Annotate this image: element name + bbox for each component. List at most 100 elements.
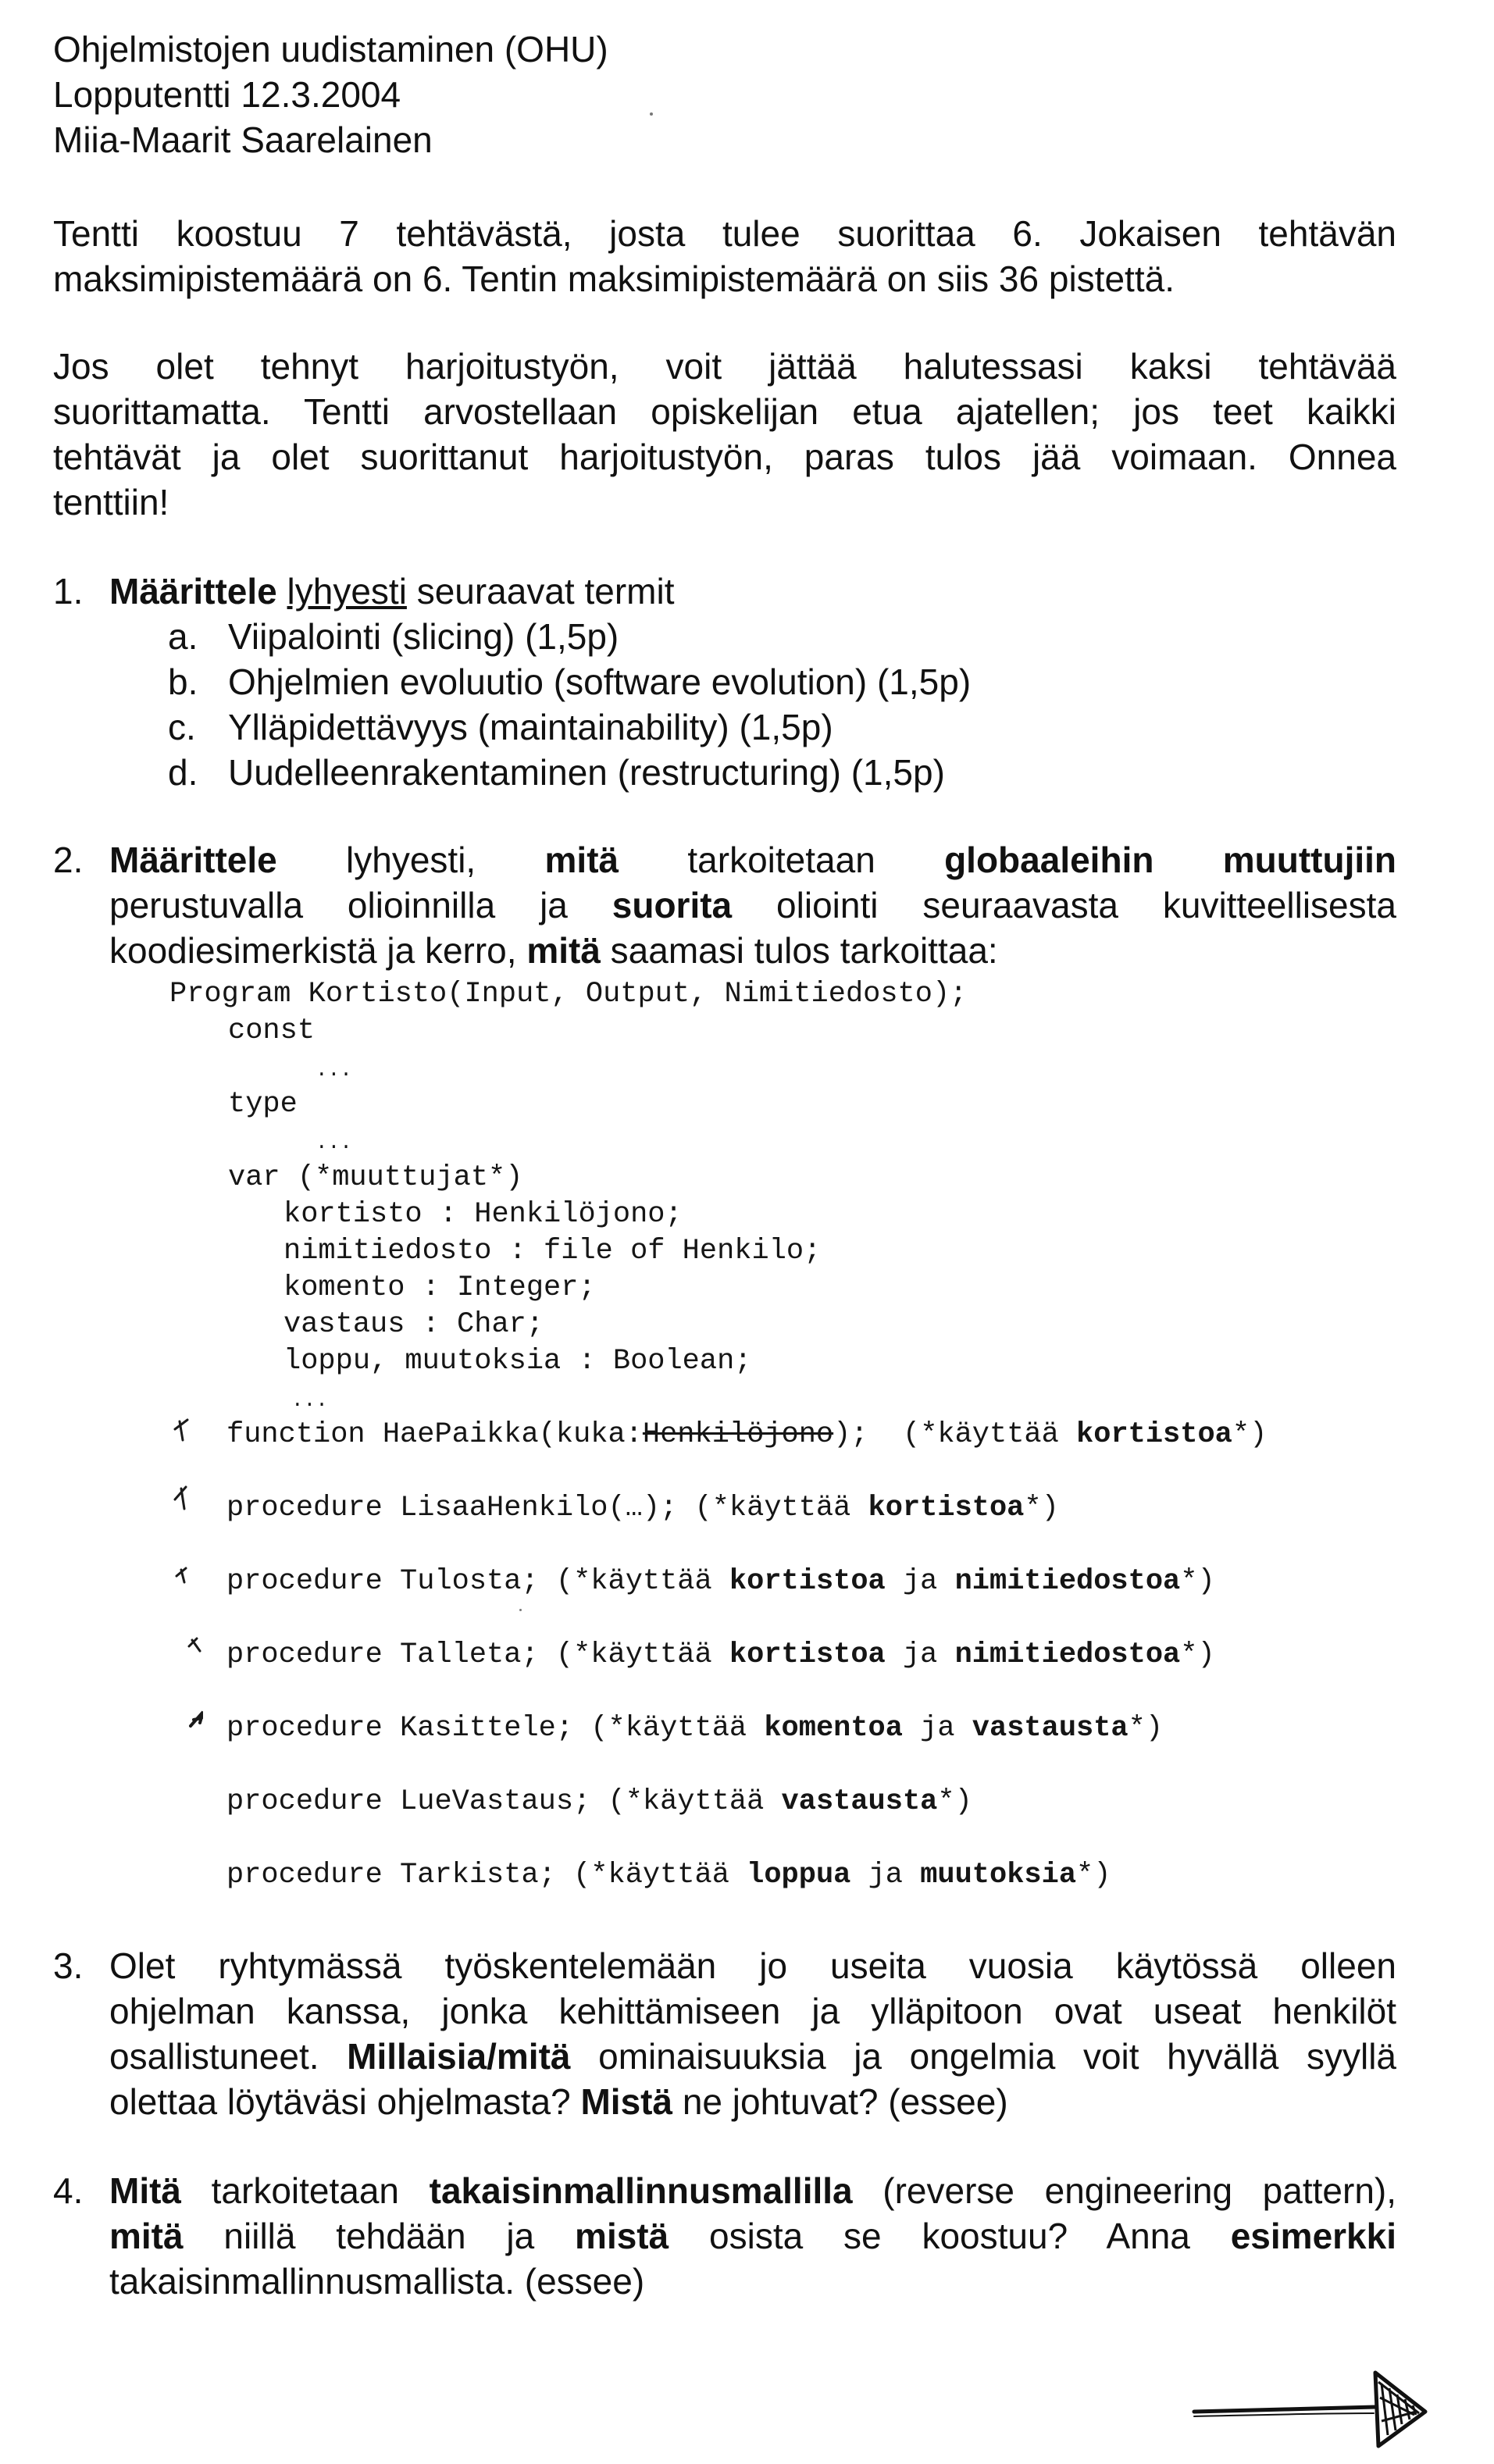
- routine-bold: vastausta: [972, 1712, 1129, 1745]
- routine-comment: (*käyttää: [555, 1639, 729, 1671]
- handwritten-tick-marks: [173, 1418, 203, 1728]
- scan-speck: [650, 112, 653, 116]
- scan-speck: [519, 1609, 522, 1611]
- question-number: 2.: [53, 840, 84, 880]
- q4-bold: mitä: [109, 2216, 184, 2256]
- question-4-line: mitä niillä tehdään ja mistä osista se k…: [109, 2213, 1396, 2259]
- intro-line: Tentti koostuu 7 tehtävästä, josta tulee…: [53, 213, 1396, 254]
- routine-comment: *): [1128, 1712, 1164, 1745]
- q2-bold: suorita: [612, 885, 733, 925]
- q4-bold: esimerkki: [1230, 2216, 1396, 2256]
- routine-bold: kortistoa: [729, 1565, 886, 1598]
- q1-underlined: lyhyesti: [287, 571, 407, 612]
- code-ellipsis: ...: [316, 1131, 352, 1154]
- q2-text: koodiesimerkistä ja kerro,: [109, 930, 527, 971]
- q1-bold: Määrittele: [109, 571, 277, 612]
- code-ellipsis: ...: [291, 1389, 328, 1412]
- question-3-line: ohjelman kanssa, jonka kehittämiseen ja …: [109, 1991, 1396, 2031]
- routine-comment: ja: [885, 1565, 955, 1598]
- code-var-decl: nimitiedosto : file of Henkilo;: [283, 1235, 822, 1268]
- code-var-decl: kortisto : Henkilöjono;: [283, 1198, 683, 1231]
- routine-comment: (*käyttää: [573, 1859, 747, 1892]
- q2-text: lyhyesti,: [276, 840, 545, 880]
- routine-comment: ja: [902, 1712, 972, 1745]
- question-3-line: Olet ryhtymässä työskentelemään jo useit…: [109, 1945, 1396, 1986]
- routine-comment: (*käyttää: [555, 1565, 729, 1598]
- code-var: var (*muuttujat*): [228, 1161, 523, 1194]
- exam-date: Lopputentti 12.3.2004: [53, 74, 401, 115]
- routine-bold: kortistoa: [729, 1639, 886, 1671]
- question-2-line: Määrittele lyhyesti, mitä tarkoitetaan g…: [109, 837, 1396, 883]
- routine-bold: muutoksia: [920, 1859, 1077, 1892]
- q3-text: olettaa löytäväsi ohjelmasta?: [109, 2081, 581, 2122]
- q2-bold: globaaleihin muuttujiin: [944, 840, 1397, 880]
- code-var-decl: vastaus : Char;: [283, 1308, 544, 1341]
- q4-text: (reverse engineering pattern),: [852, 2170, 1396, 2211]
- item-text: Ylläpidettävyys (maintainability) (1,5p): [228, 707, 833, 747]
- intro-line: tenttiin!: [53, 482, 169, 522]
- tick-mark-icon: [173, 1418, 189, 1442]
- tick-mark-icon: [173, 1485, 187, 1510]
- question-4-line: Mitä tarkoitetaan takaisinmallinnusmalli…: [109, 2168, 1396, 2213]
- code-routine: function HaePaikka(kuka:Henkilöjono); (*…: [226, 1417, 1267, 1453]
- question-1-heading: Määrittele lyhyesti seuraavat termit: [109, 569, 675, 614]
- code-var-decl: loppu, muutoksia : Boolean;: [283, 1345, 752, 1378]
- routine-comment: (*käyttää: [694, 1492, 868, 1524]
- routine-bold: kortistoa: [868, 1492, 1025, 1524]
- routine-bold: vastausta: [781, 1785, 938, 1818]
- routine-bold: komentoa: [764, 1712, 903, 1745]
- code-routine: procedure LueVastaus; (*käyttää vastaust…: [226, 1784, 972, 1820]
- routine-bold: loppua: [747, 1859, 851, 1892]
- routine-decl: function HaePaikka(kuka:: [226, 1418, 643, 1451]
- routine-comment: (*käyttää: [902, 1418, 1077, 1451]
- q2-text: tarkoitetaan: [619, 840, 945, 880]
- routine-decl: procedure Kasittele;: [226, 1712, 591, 1745]
- question-2-line: koodiesimerkistä ja kerro, mitä saamasi …: [109, 928, 998, 973]
- item-letter: d.: [168, 752, 198, 793]
- q3-text: ominaisuuksia ja ongelmia voit hyvällä s…: [570, 2036, 1397, 2077]
- code-routine: procedure Tulosta; (*käyttää kortistoa j…: [226, 1564, 1215, 1600]
- tick-mark-icon: [189, 1710, 203, 1728]
- q3-bold: Mistä: [580, 2081, 673, 2122]
- exam-page: Ohjelmistojen uudistaminen (OHU) Loppute…: [0, 0, 1494, 2464]
- q2-bold: Määrittele: [109, 840, 277, 880]
- tick-mark-icon: [175, 1567, 187, 1584]
- routine-comment: *): [937, 1785, 972, 1818]
- routine-decl: procedure Tulosta;: [226, 1565, 556, 1598]
- q4-text: tarkoitetaan: [181, 2170, 430, 2211]
- tick-mark-icon: [187, 1637, 201, 1653]
- item-text: Uudelleenrakentaminen (restructuring) (1…: [228, 752, 945, 793]
- routine-comment: ja: [850, 1859, 921, 1892]
- routine-struck: Henkilöjono: [642, 1418, 834, 1451]
- question-3-line: olettaa löytäväsi ohjelmasta? Mistä ne j…: [109, 2079, 1008, 2124]
- code-program-line: Program Kortisto(Input, Output, Nimitied…: [169, 978, 968, 1011]
- routine-comment: *): [1180, 1565, 1215, 1598]
- intro-line: maksimipistemäärä on 6. Tentin maksimipi…: [53, 259, 1175, 299]
- routine-comment: (*käyttää: [590, 1712, 765, 1745]
- q3-text: ne johtuvat? (essee): [672, 2081, 1008, 2122]
- code-routine: procedure Kasittele; (*käyttää komentoa …: [226, 1710, 1163, 1747]
- q4-bold: takaisinmallinnusmallilla: [429, 2170, 853, 2211]
- q3-text: osallistuneet.: [109, 2036, 348, 2077]
- code-const: const: [228, 1014, 316, 1047]
- q4-text: osista se koostuu? Anna: [669, 2216, 1231, 2256]
- item-letter: c.: [168, 707, 196, 747]
- routine-comment: *): [1180, 1639, 1215, 1671]
- q2-bold: mitä: [544, 840, 619, 880]
- q4-bold: Mitä: [109, 2170, 181, 2211]
- code-routine: procedure Talleta; (*käyttää kortistoa j…: [226, 1637, 1215, 1674]
- code-ellipsis: ...: [316, 1058, 352, 1082]
- intro-line: Jos olet tehnyt harjoitustyön, voit jätt…: [53, 346, 1396, 387]
- question-4-line: takaisinmallinnusmallista. (essee): [109, 2261, 645, 2302]
- intro-line: suorittamatta. Tentti arvostellaan opisk…: [53, 391, 1396, 432]
- q2-text: oliointi seuraavasta kuvitteellisesta: [732, 885, 1396, 925]
- next-page-arrow-icon: [1192, 2370, 1428, 2448]
- code-routine: procedure LisaaHenkilo(…); (*käyttää kor…: [226, 1490, 1059, 1527]
- routine-decl: procedure Talleta;: [226, 1639, 556, 1671]
- routine-bold: nimitiedostoa: [954, 1565, 1181, 1598]
- code-routine: procedure Tarkista; (*käyttää loppua ja …: [226, 1857, 1111, 1894]
- item-text: Viipalointi (slicing) (1,5p): [228, 616, 619, 657]
- q1-rest: seuraavat termit: [406, 571, 675, 612]
- routine-comment: *): [1076, 1859, 1111, 1892]
- item-letter: b.: [168, 661, 198, 702]
